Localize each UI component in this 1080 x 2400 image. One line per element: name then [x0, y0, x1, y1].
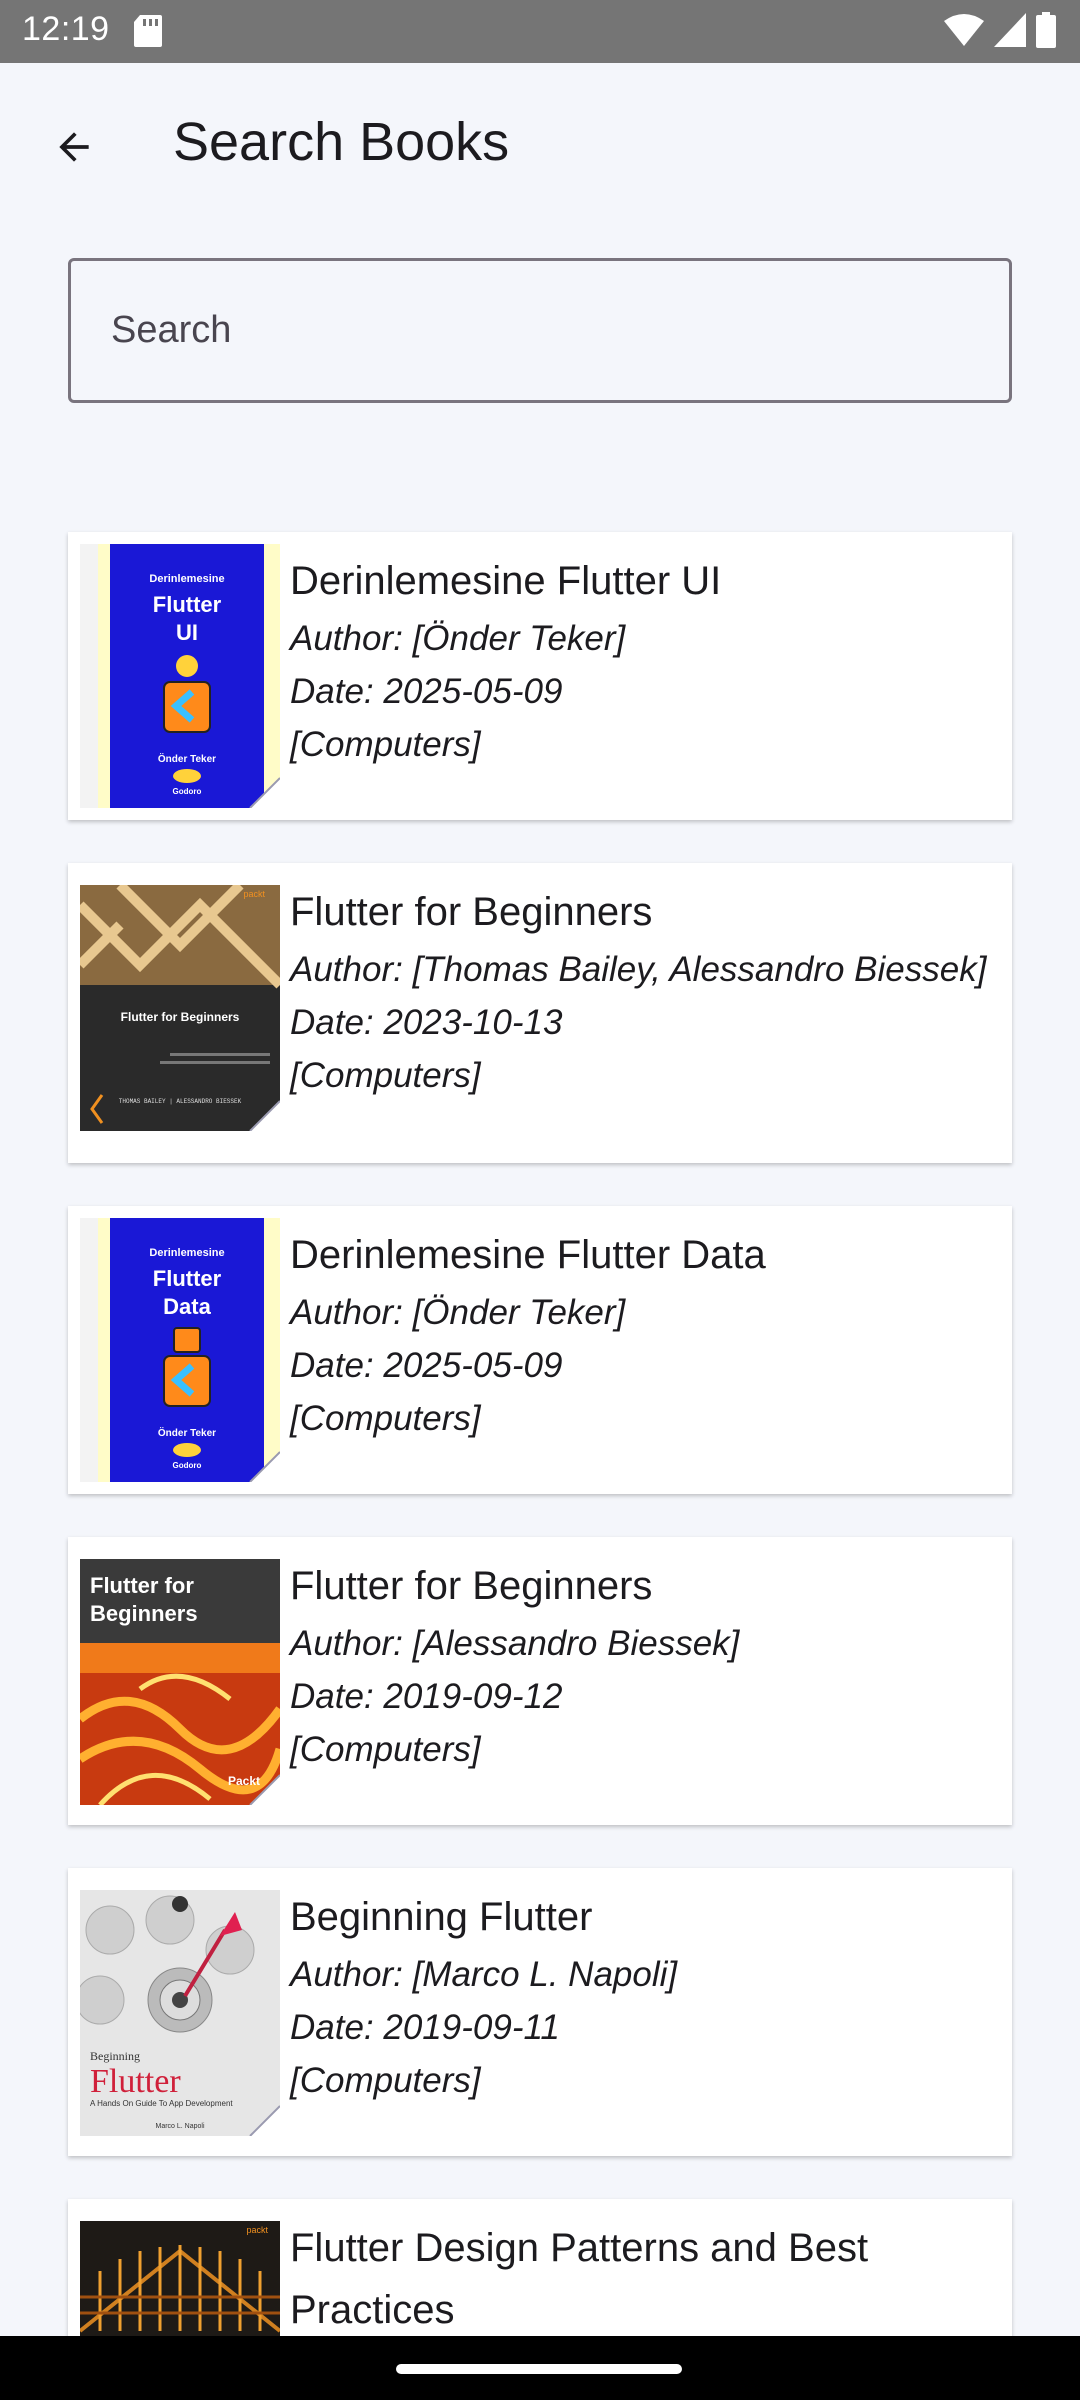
book-card[interactable]: Derinlemesine Flutter UI Önder Teker God… — [68, 532, 1012, 820]
cover-text: Beginning — [90, 2049, 140, 2063]
page-title: Search Books — [173, 112, 510, 172]
book-date: Date: 2019-09-12 — [290, 1677, 563, 1716]
cover-text: Data — [163, 1294, 211, 1319]
book-title: Flutter Design Patterns and Best Practic… — [290, 2226, 869, 2332]
signal-icon — [994, 13, 1026, 47]
book-card[interactable]: Flutter for Beginners Packt Flutter for … — [68, 1537, 1012, 1825]
cover-text: Önder Teker — [158, 752, 216, 765]
book-cover-image: Beginning Flutter A Hands On Guide To Ap… — [80, 1890, 280, 2136]
status-time: 12:19 — [22, 10, 110, 48]
book-title: Flutter for Beginners — [290, 890, 653, 934]
book-cover-image: Derinlemesine Flutter UI Önder Teker God… — [80, 544, 280, 808]
cover-text: Godoro — [173, 787, 202, 796]
book-cover-image: Derinlemesine Flutter Data Önder Teker G… — [80, 1218, 280, 1482]
navigation-bar — [0, 2336, 1080, 2400]
book-category: [Computers] — [290, 1056, 481, 1095]
book-title: Flutter for Beginners — [290, 1564, 653, 1608]
cover-text: Godoro — [173, 1461, 202, 1470]
book-cover-image: Flutter for Beginners Packt — [80, 1559, 280, 1805]
cover-text: packt — [243, 889, 265, 899]
book-title: Beginning Flutter — [290, 1895, 593, 1939]
book-title: Derinlemesine Flutter UI — [290, 559, 722, 603]
cover-text: Flutter — [90, 2063, 181, 2100]
cover-text: Flutter for Beginners — [121, 1010, 240, 1024]
book-card[interactable]: packt Flutter for Beginners THOMAS BAILE… — [68, 863, 1012, 1163]
cover-text: Beginners — [90, 1601, 198, 1626]
cover-text: A Hands On Guide To App Development — [90, 2099, 233, 2108]
sd-card-icon — [134, 15, 162, 47]
book-category: [Computers] — [290, 1399, 481, 1438]
back-button[interactable] — [40, 113, 108, 181]
cover-text: Flutter — [153, 1266, 222, 1291]
cover-text: Derinlemesine — [149, 1247, 224, 1259]
book-card[interactable]: Beginning Flutter A Hands On Guide To Ap… — [68, 1868, 1012, 2156]
cover-text: Flutter — [153, 592, 222, 617]
cover-text: Packt — [228, 1774, 260, 1788]
cover-text: packt — [246, 2225, 268, 2235]
book-author: Author: [Marco L. Napoli] — [290, 1955, 678, 1994]
book-card[interactable]: Derinlemesine Flutter Data Önder Teker G… — [68, 1206, 1012, 1494]
book-author: Author: [Thomas Bailey, Alessandro Biess… — [290, 950, 987, 989]
book-date: Date: 2019-09-11 — [290, 2008, 560, 2047]
book-category: [Computers] — [290, 1730, 481, 1769]
book-title: Derinlemesine Flutter Data — [290, 1233, 766, 1277]
cover-text: Önder Teker — [158, 1426, 216, 1439]
book-date: Date: 2023-10-13 — [290, 1003, 563, 1042]
arrow-back-icon — [59, 132, 89, 162]
book-author: Author: [Alessandro Biessek] — [290, 1624, 740, 1663]
wifi-icon — [944, 14, 984, 46]
cover-text: THOMAS BAILEY | ALESSANDRO BIESSEK — [119, 1098, 242, 1105]
status-bar: 12:19 — [0, 0, 1080, 63]
cover-text: Marco L. Napoli — [155, 2123, 204, 2130]
cover-text: Flutter for — [90, 1573, 194, 1598]
battery-icon — [1036, 12, 1056, 48]
book-author: Author: [Önder Teker] — [290, 619, 626, 658]
cover-text: UI — [176, 620, 198, 645]
home-gesture-handle[interactable] — [396, 2364, 682, 2374]
book-cover-image: packt Flutter for Beginners THOMAS BAILE… — [80, 885, 280, 1131]
cover-text: Derinlemesine — [149, 573, 224, 585]
book-category: [Computers] — [290, 725, 481, 764]
search-input[interactable] — [111, 261, 971, 400]
app-bar: Search Books — [0, 63, 1080, 228]
book-date: Date: 2025-05-09 — [290, 672, 563, 711]
search-field[interactable] — [68, 258, 1012, 403]
book-author: Author: [Önder Teker] — [290, 1293, 626, 1332]
book-category: [Computers] — [290, 2061, 481, 2100]
book-date: Date: 2025-05-09 — [290, 1346, 563, 1385]
